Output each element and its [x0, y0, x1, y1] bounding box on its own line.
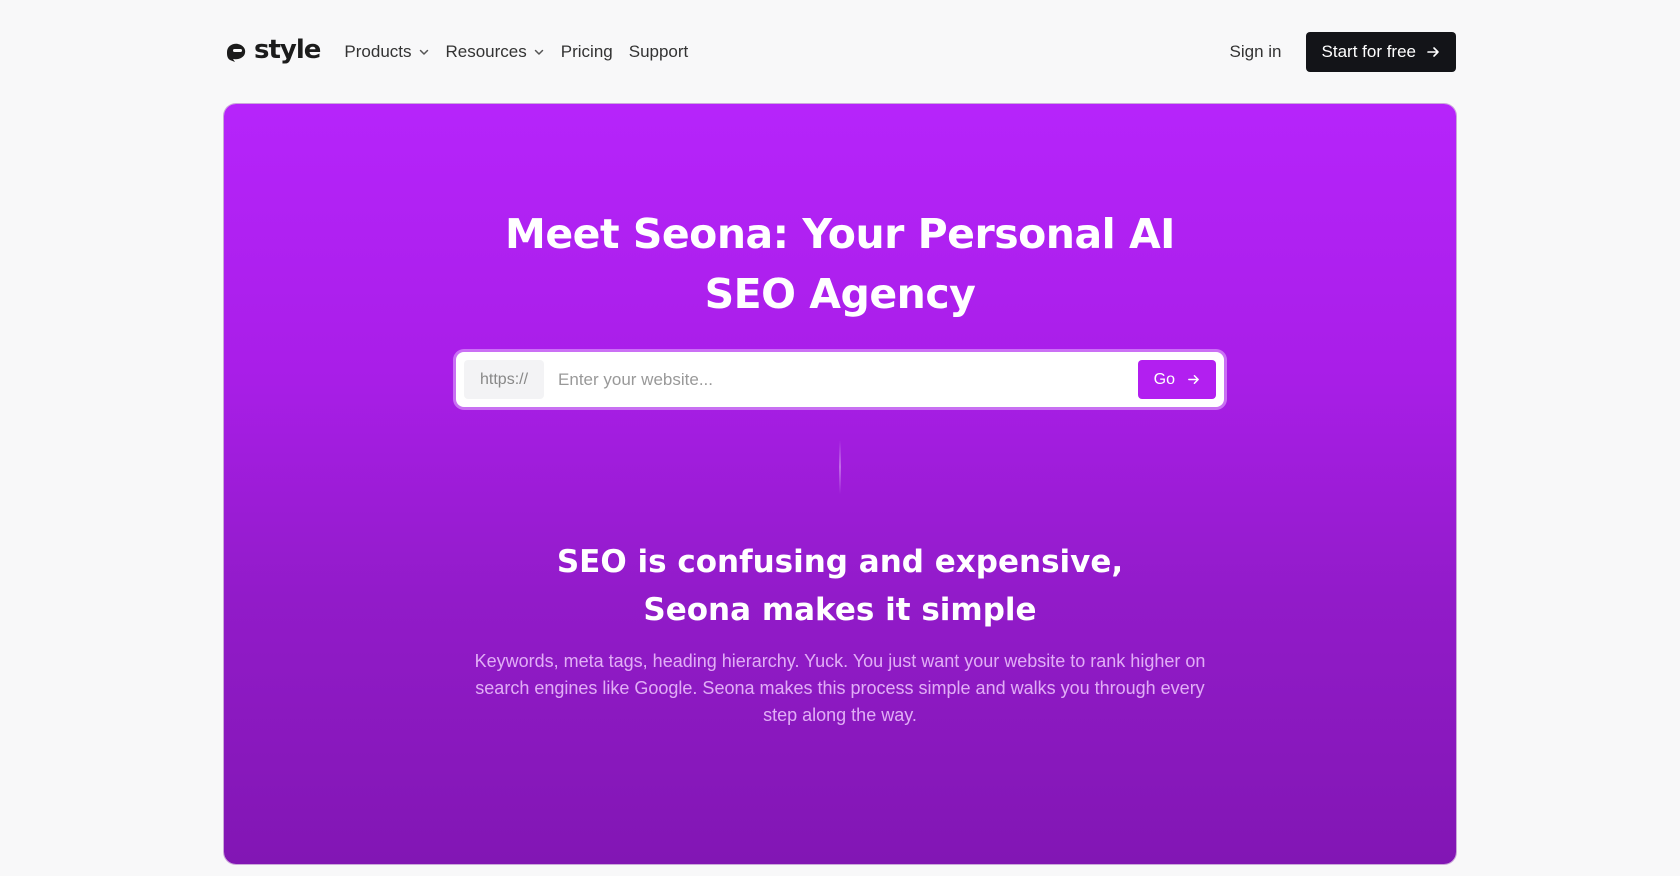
logo-text: style — [254, 35, 321, 65]
style-logo-icon — [227, 43, 246, 62]
subtitle-line-2: Seona makes it simple — [643, 592, 1037, 628]
top-navigation: style Products Resources Pricing Support… — [224, 32, 1456, 72]
nav-item-label: Support — [628, 42, 689, 61]
nav-item-label: Resources — [445, 42, 527, 61]
hero-section: Meet Seona: Your Personal AI SEO Agency … — [224, 104, 1456, 864]
arrow-right-icon — [1427, 47, 1439, 57]
nav-item-products[interactable]: Products — [344, 42, 429, 62]
url-prefix: https:// — [464, 360, 545, 399]
logo[interactable]: style — [224, 37, 321, 63]
nav-item-label: Products — [344, 42, 412, 61]
start-for-free-label: Start for free — [1321, 42, 1416, 61]
start-for-free-button[interactable]: Start for free — [1305, 32, 1456, 72]
section-subtitle: SEO is confusing and expensive, Seona ma… — [224, 538, 1456, 634]
sign-in-link[interactable]: Sign in — [1230, 42, 1282, 62]
nav-actions: Sign in Start for free — [1230, 32, 1456, 72]
nav-item-resources[interactable]: Resources — [446, 42, 545, 62]
hero-title: Meet Seona: Your Personal AI SEO Agency — [224, 204, 1456, 324]
hero-title-text: Meet Seona: Your Personal AI SEO Agency — [505, 210, 1175, 318]
nav-item-label: Pricing — [560, 42, 613, 61]
nav-links: Products Resources Pricing Support — [344, 42, 688, 62]
section-description: Keywords, meta tags, heading hierarchy. … — [474, 651, 1206, 725]
subtitle-line-1: SEO is confusing and expensive, — [556, 544, 1124, 580]
website-url-form: https:// Go — [456, 352, 1224, 407]
go-label: Go — [1153, 370, 1175, 388]
chevron-down-icon — [534, 49, 544, 55]
arrow-right-icon — [1188, 375, 1199, 384]
nav-item-pricing[interactable]: Pricing — [561, 42, 613, 62]
vertical-divider — [839, 440, 841, 494]
go-button[interactable]: Go — [1137, 360, 1216, 399]
website-input[interactable] — [544, 360, 1138, 399]
chevron-down-icon — [419, 49, 428, 55]
nav-item-support[interactable]: Support — [629, 42, 689, 62]
